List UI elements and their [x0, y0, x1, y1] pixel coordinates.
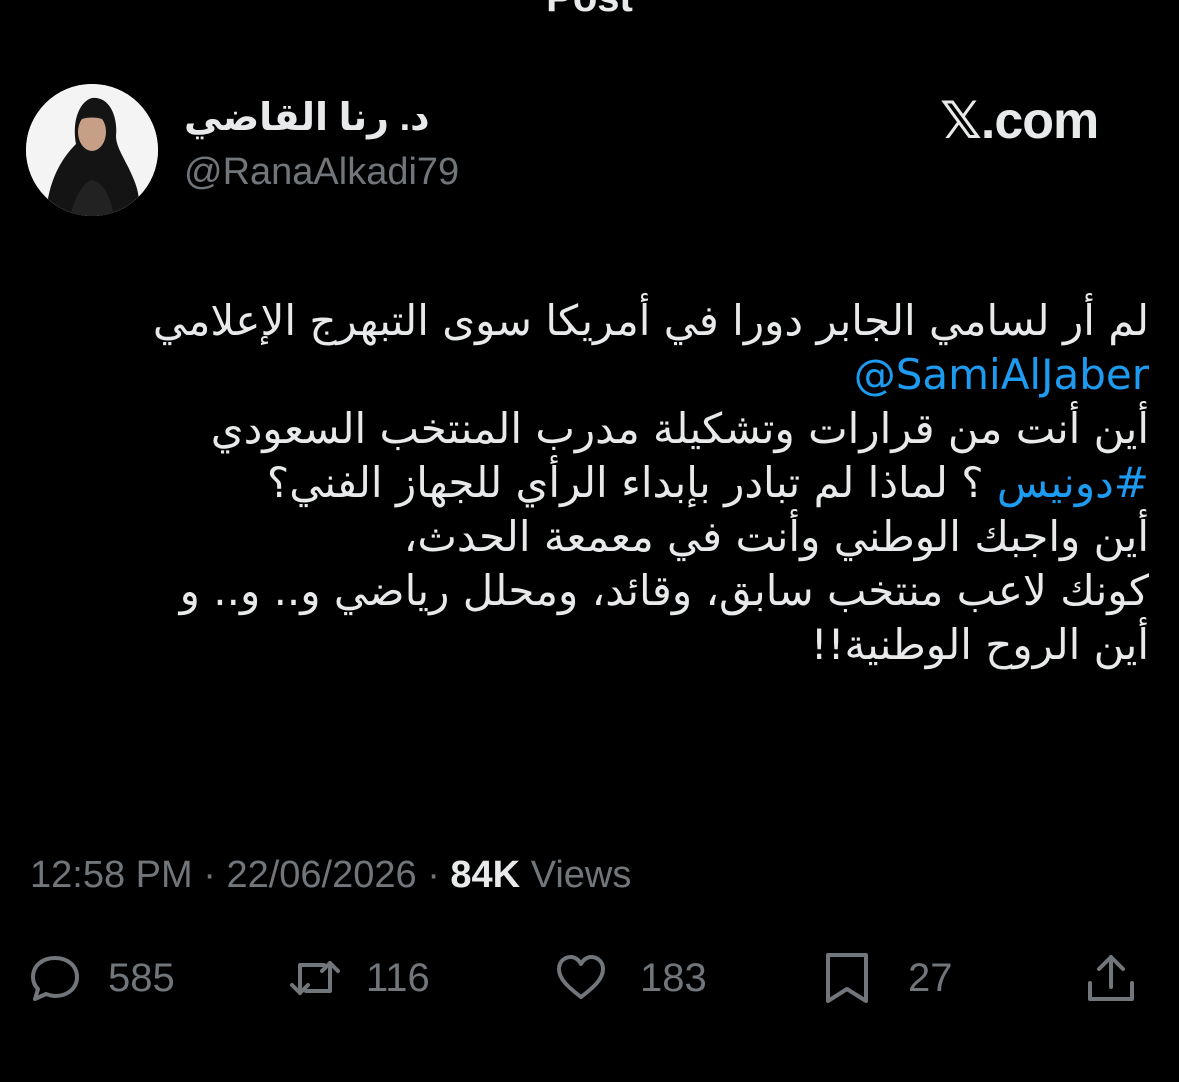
share-button[interactable] [1084, 950, 1164, 1006]
bookmark-count: 27 [908, 955, 953, 1000]
reply-icon [31, 956, 79, 1001]
views-label: Views [530, 854, 632, 896]
hashtag-link[interactable]: #دونيس [997, 458, 1149, 507]
author-handle[interactable]: @RanaAlkadi79 [184, 150, 459, 194]
tweet-line: أين واجبك الوطني وأنت في معمعة الحدث، [403, 512, 1149, 561]
tweet-actions: 585 116 183 27 [0, 950, 1179, 1006]
meta-separator: · [427, 854, 440, 896]
tweet-line: أين الروح الوطنية!! [810, 620, 1149, 669]
avatar-image [26, 84, 158, 216]
bookmark-icon [826, 953, 868, 1003]
tweet-line: أين أنت من قرارات وتشكيلة مدرب المنتخب ا… [210, 404, 1149, 453]
reply-count: 585 [108, 955, 175, 1000]
bookmark-button[interactable]: 27 [820, 950, 953, 1006]
tweet-line-mention: @SamiAlJaber [29, 348, 1149, 402]
tweet-text: لم أر لسامي الجابر دورا في أمريكا سوى ال… [29, 294, 1149, 672]
avatar[interactable] [26, 84, 158, 216]
repost-icon [290, 961, 340, 995]
tweet-line: لم أر لسامي الجابر دورا في أمريكا سوى ال… [152, 296, 1149, 345]
meta-separator: · [203, 854, 216, 896]
author-name[interactable]: د. رنا القاضي [184, 96, 430, 140]
tweet-date[interactable]: 22/06/2026 [226, 854, 416, 896]
like-button[interactable]: 183 [554, 950, 707, 1006]
repost-count: 116 [366, 955, 430, 1000]
tweet-text-segment: ؟ لماذا لم تبادر بإبداء الرأي للجهاز الف… [266, 458, 997, 507]
views-count: 84K [450, 854, 521, 896]
mention-link[interactable]: @SamiAlJaber [854, 350, 1149, 399]
repost-button[interactable]: 116 [288, 950, 430, 1006]
heart-icon [557, 955, 605, 999]
tweet-time[interactable]: 12:58 PM [30, 854, 193, 896]
share-icon [1088, 955, 1134, 1001]
source-label: 𝕏.com [940, 92, 1099, 150]
page-title: Post [0, 0, 1179, 18]
like-count: 183 [640, 955, 707, 1000]
tweet-line-hashtag: #دونيس ؟ لماذا لم تبادر بإبداء الرأي للج… [29, 456, 1149, 510]
tweet-line: كونك لاعب منتخب سابق، وقائد، ومحلل رياضي… [179, 566, 1149, 615]
reply-button[interactable]: 585 [28, 950, 175, 1006]
tweet-meta: 12:58 PM · 22/06/2026 · 84K Views [30, 852, 631, 898]
